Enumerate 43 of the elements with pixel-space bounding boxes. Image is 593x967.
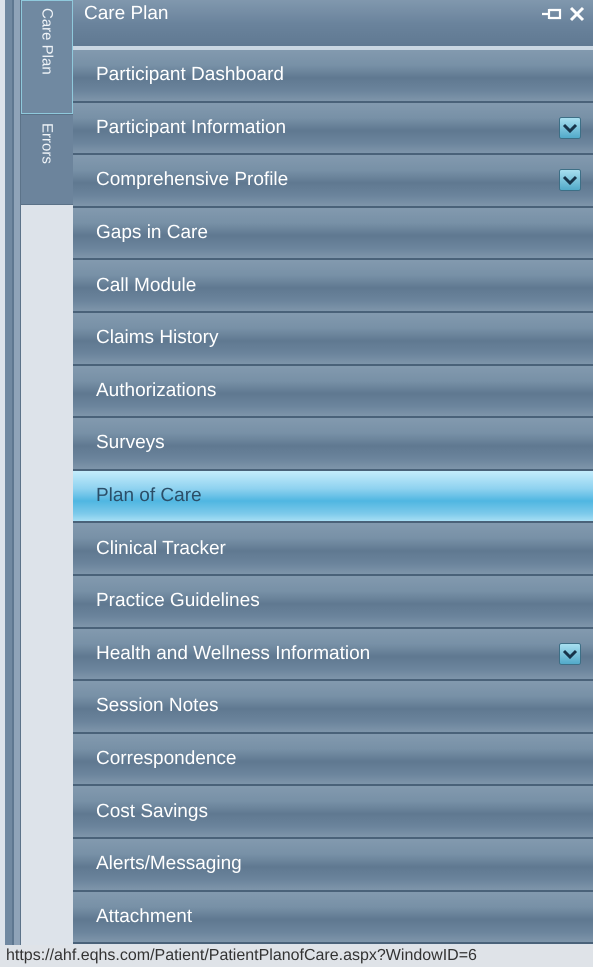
menu-item[interactable]: Surveys <box>73 418 593 471</box>
menu-item-label: Call Module <box>96 274 198 297</box>
close-icon[interactable] <box>569 6 585 22</box>
menu-item-label: Alerts/Messaging <box>96 853 243 876</box>
menu-item[interactable]: Alerts/Messaging <box>73 838 593 892</box>
expand-chevron-icon[interactable] <box>559 169 581 192</box>
menu-item[interactable]: Cost Savings <box>73 786 593 839</box>
menu-item[interactable]: Attachment <box>73 892 593 944</box>
menu-item-label: Participant Dashboard <box>96 64 285 86</box>
menu-item-label: Plan of Care <box>96 485 203 508</box>
menu-item[interactable]: Health and Wellness Information <box>73 628 593 682</box>
status-url: https://ahf.eqhs.com/Patient/PatientPlanofCare.aspx?WindowID=6 <box>6 947 477 965</box>
menu-item[interactable]: Authorizations <box>73 366 593 418</box>
menu-item[interactable]: Comprehensive Profile <box>73 155 593 208</box>
menu-item-label: Comprehensive Profile <box>96 169 290 192</box>
menu-item[interactable]: Practice Guidelines <box>73 576 593 629</box>
expand-chevron-icon[interactable] <box>559 642 581 665</box>
menu-item[interactable]: Call Module <box>73 260 593 313</box>
menu-item[interactable]: Clinical Tracker <box>73 523 593 576</box>
menu-item-label: Claims History <box>96 327 220 350</box>
menu-item-label: Practice Guidelines <box>96 590 261 612</box>
side-tab[interactable]: Errors <box>21 115 73 205</box>
menu-item-label: Authorizations <box>96 380 218 402</box>
panel-title: Care Plan <box>84 3 170 25</box>
menu-item[interactable]: Correspondence <box>73 734 593 786</box>
menu-item-label: Surveys <box>96 432 166 454</box>
menu-item-label: Gaps in Care <box>96 222 209 244</box>
menu-item-label: Attachment <box>96 906 194 928</box>
menu-item-label: Participant Information <box>96 116 288 139</box>
menu-item[interactable]: Claims History <box>73 312 593 366</box>
menu-item[interactable]: Participant Information <box>73 102 593 156</box>
menu-item[interactable]: Participant Dashboard <box>73 50 593 103</box>
menu-item-label: Session Notes <box>96 695 220 718</box>
side-tab[interactable]: Care Plan <box>21 0 73 115</box>
pin-icon[interactable] <box>541 7 563 21</box>
menu-item[interactable]: Session Notes <box>73 681 593 734</box>
menu-item-label: Correspondence <box>96 748 238 770</box>
menu-item-label: Cost Savings <box>96 800 209 823</box>
menu-item-label: Health and Wellness Information <box>96 642 372 665</box>
menu-item[interactable]: Gaps in Care <box>73 208 593 260</box>
menu-item-label: Clinical Tracker <box>96 538 227 560</box>
menu-item[interactable]: Plan of Care <box>73 470 593 524</box>
expand-chevron-icon[interactable] <box>559 116 581 139</box>
